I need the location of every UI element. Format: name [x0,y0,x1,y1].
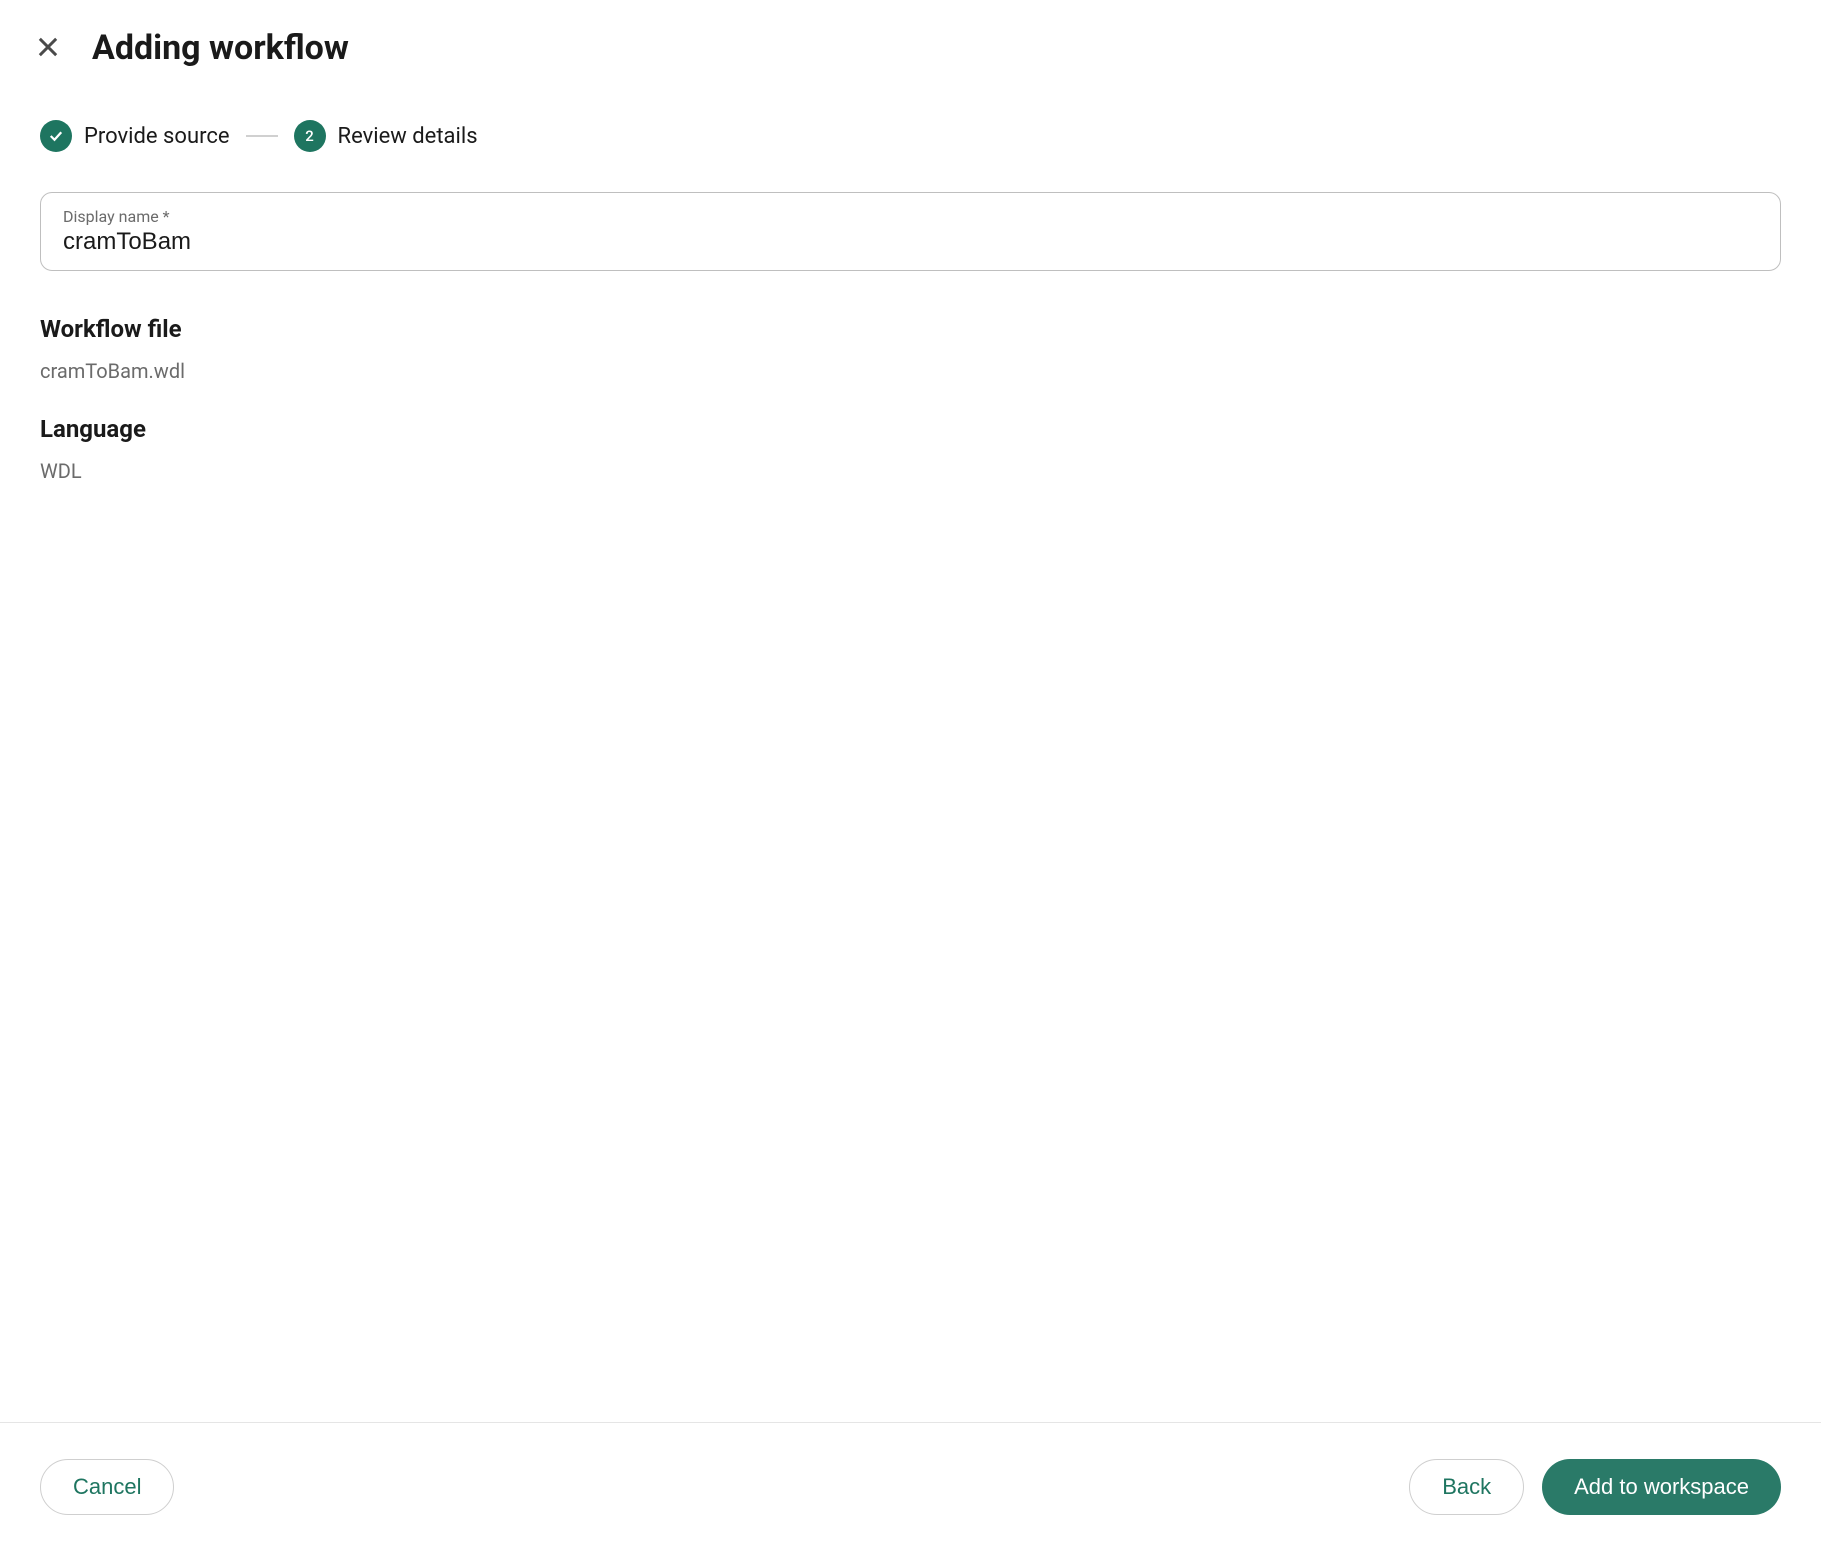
language-section: Language WDL [40,415,1781,483]
display-name-input[interactable] [63,228,1758,256]
language-label: Language [40,415,1781,443]
close-button[interactable] [32,32,64,64]
display-name-field-wrapper[interactable]: Display name * [40,192,1781,271]
add-to-workspace-button[interactable]: Add to workspace [1542,1459,1781,1515]
page-title: Adding workflow [92,28,349,68]
workflow-file-value: cramToBam.wdl [40,359,1781,383]
step-label: Provide source [84,124,230,149]
workflow-file-section: Workflow file cramToBam.wdl [40,315,1781,383]
dialog-footer: Cancel Back Add to workspace [0,1422,1821,1551]
step-label: Review details [338,124,478,149]
step-connector [246,135,278,137]
workflow-file-label: Workflow file [40,315,1781,343]
checkmark-icon [40,120,72,152]
step-review-details: 2 Review details [294,120,478,152]
stepper: Provide source 2 Review details [0,88,1821,192]
step-number-badge: 2 [294,120,326,152]
display-name-label: Display name * [63,207,1758,226]
step-provide-source: Provide source [40,120,230,152]
language-value: WDL [40,459,1781,483]
footer-right-group: Back Add to workspace [1409,1459,1781,1515]
dialog-content: Display name * Workflow file cramToBam.w… [0,192,1821,1422]
close-icon [34,33,62,64]
cancel-button[interactable]: Cancel [40,1459,174,1515]
back-button[interactable]: Back [1409,1459,1524,1515]
dialog-header: Adding workflow [0,0,1821,88]
